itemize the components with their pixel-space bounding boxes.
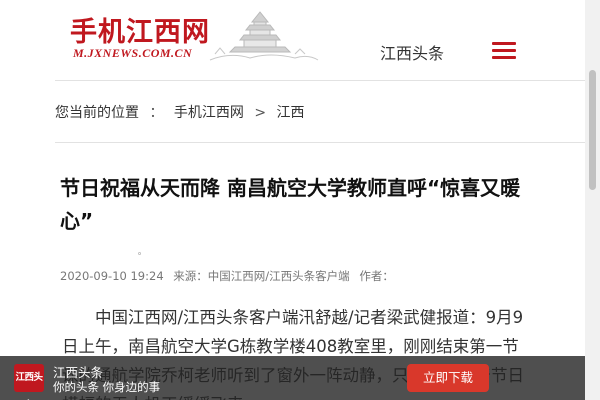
site-header: 手机江西网 M.JXNEWS.COM.CN 江西头条 [0,0,585,80]
breadcrumb-home-link[interactable]: 手机江西网 [174,105,244,121]
hamburger-menu-icon[interactable] [492,42,516,60]
header-divider [55,80,585,81]
breadcrumb-prefix: 您当前的位置 [55,105,139,121]
article-author: 作者： [359,269,394,283]
breadcrumb-separator: > [254,105,267,121]
pavilion-icon [209,11,319,61]
app-download-banner: 江西头条 江西头条 你的头条 你身边的事 立即下载 [0,356,585,400]
logo-title: 手机江西网 [70,17,210,48]
article-source: 来源：中国江西网/江西头条客户端 [173,269,350,283]
app-logo-icon: 江西头条 [14,364,44,392]
article-title: 节日祝福从天而降 南昌航空大学教师直呼“惊喜又暖心” [60,176,521,233]
app-slogan: 你的头条 你身边的事 [53,380,161,394]
breadcrumb-colon: ： [149,105,164,121]
scrollbar-thumb[interactable] [589,70,596,190]
breadcrumb: 您当前的位置 ： 手机江西网 > 江西 [55,102,305,122]
breadcrumb-jiangxi-link[interactable]: 江西 [277,105,305,121]
logo-subtitle: M.JXNEWS.COM.CN [73,46,193,60]
page: 手机江西网 M.JXNEWS.COM.CN 江西头条 您当前的位置 ： 手机江西… [0,0,585,400]
article-datetime: 2020-09-10 19:24 [60,269,164,283]
article-meta: 2020-09-10 19:24 来源：中国江西网/江西头条客户端 作者： [60,268,400,284]
site-logo[interactable]: 手机江西网 M.JXNEWS.COM.CN [70,8,319,70]
download-now-button[interactable]: 立即下载 [407,364,489,392]
title-mark: 。 [138,247,146,256]
breadcrumb-divider [55,142,585,143]
page-scrollbar[interactable] [585,0,600,400]
header-channel-link[interactable]: 江西头条 [380,40,444,64]
